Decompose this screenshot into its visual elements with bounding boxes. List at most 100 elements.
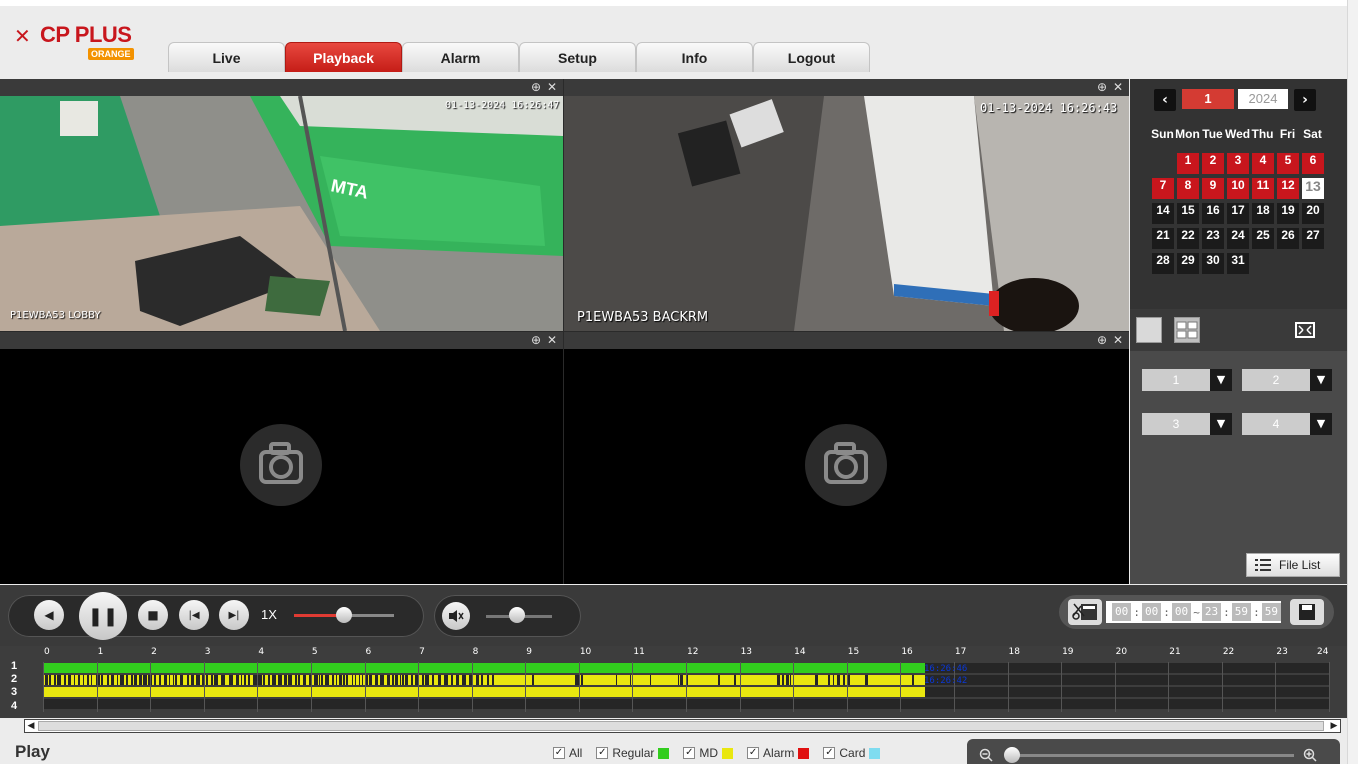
- zoom-icon[interactable]: ⊕: [1095, 80, 1109, 94]
- calendar-day[interactable]: 5: [1277, 153, 1299, 174]
- calendar-day[interactable]: 21: [1152, 228, 1174, 249]
- scroll-left-icon[interactable]: ◀: [25, 720, 37, 732]
- tab-playback[interactable]: Playback: [285, 42, 402, 72]
- prev-frame-button[interactable]: |◀: [179, 600, 209, 630]
- timeline-scrollbar[interactable]: ◀ ▶: [24, 719, 1341, 733]
- file-list-button[interactable]: File List: [1246, 553, 1340, 577]
- legend-card[interactable]: ✓ Card: [823, 746, 881, 760]
- legend-md[interactable]: ✓ MD: [683, 746, 734, 760]
- calendar-day[interactable]: 25: [1252, 228, 1274, 249]
- md-event-segment: [780, 675, 782, 685]
- close-icon[interactable]: ✕: [545, 80, 559, 94]
- calendar-day[interactable]: 24: [1227, 228, 1249, 249]
- close-icon[interactable]: ✕: [1111, 333, 1125, 347]
- calendar-day[interactable]: 28: [1152, 253, 1174, 274]
- checkbox-checked-icon[interactable]: ✓: [683, 747, 696, 759]
- calendar-day[interactable]: 23: [1202, 228, 1224, 249]
- calendar-day[interactable]: 30: [1202, 253, 1224, 274]
- legend-all[interactable]: ✓ All: [553, 746, 582, 760]
- scrollbar-thumb[interactable]: [38, 721, 1324, 731]
- mute-button[interactable]: [442, 602, 470, 630]
- volume-slider-knob[interactable]: [509, 607, 525, 623]
- calendar-day[interactable]: 1: [1177, 153, 1199, 174]
- checkbox-checked-icon[interactable]: ✓: [823, 747, 836, 759]
- cursor-time-label: 16:26:42: [924, 676, 968, 686]
- scroll-right-icon[interactable]: ▶: [1328, 720, 1340, 732]
- calendar-day[interactable]: 9: [1202, 178, 1224, 199]
- calendar-day[interactable]: 14: [1152, 203, 1174, 224]
- video-pane-4[interactable]: ⊕ ✕: [564, 332, 1129, 584]
- legend-alarm[interactable]: ✓ Alarm: [747, 746, 810, 760]
- tab-setup[interactable]: Setup: [519, 42, 636, 72]
- single-view-button[interactable]: [1136, 317, 1162, 343]
- channel-select-3[interactable]: 3 ▼: [1142, 413, 1232, 435]
- start-hour[interactable]: 00: [1112, 603, 1132, 621]
- close-icon[interactable]: ✕: [1111, 80, 1125, 94]
- checkbox-checked-icon[interactable]: ✓: [747, 747, 760, 759]
- start-second[interactable]: 00: [1171, 603, 1192, 621]
- legend-regular[interactable]: ✓ Regular: [596, 746, 670, 760]
- calendar-day[interactable]: 26: [1277, 228, 1299, 249]
- tab-live[interactable]: Live: [168, 42, 285, 72]
- tab-alarm[interactable]: Alarm: [402, 42, 519, 72]
- calendar-day[interactable]: 3: [1227, 153, 1249, 174]
- end-hour[interactable]: 23: [1201, 603, 1222, 621]
- zoom-icon[interactable]: ⊕: [1095, 333, 1109, 347]
- zoom-slider-track[interactable]: [1009, 754, 1294, 757]
- reverse-play-button[interactable]: ◀: [34, 600, 64, 630]
- zoom-icon[interactable]: ⊕: [529, 80, 543, 94]
- calendar-day[interactable]: 12: [1277, 178, 1299, 199]
- start-minute[interactable]: 00: [1141, 603, 1162, 621]
- video-pane-3[interactable]: ⊕ ✕: [0, 332, 563, 584]
- zoom-icon[interactable]: ⊕: [529, 333, 543, 347]
- video-pane-2[interactable]: ⊕ ✕ 01-13-2024 16:26:43 P1EWBA53 BACKRM: [564, 79, 1129, 331]
- timeline[interactable]: 1 2 3 4 0 1 2 3 4 5 6 7 8 9 10 11 12 13 14 15 16 17 18 19 20…: [0, 646, 1347, 718]
- calendar-day[interactable]: 7: [1152, 178, 1174, 199]
- calendar-day[interactable]: 2: [1202, 153, 1224, 174]
- calendar-day[interactable]: 29: [1177, 253, 1199, 274]
- prev-month-button[interactable]: ‹: [1154, 89, 1176, 111]
- calendar-day[interactable]: 13: [1302, 178, 1324, 199]
- end-second[interactable]: 59: [1261, 603, 1281, 621]
- fullscreen-button[interactable]: [1292, 317, 1318, 343]
- end-minute[interactable]: 59: [1231, 603, 1252, 621]
- zoom-in-icon[interactable]: [1303, 748, 1317, 762]
- calendar-day[interactable]: 22: [1177, 228, 1199, 249]
- calendar-day[interactable]: 6: [1302, 153, 1324, 174]
- playback-controls: ◀ ❚❚ ■ |◀ ▶| 1X 00: 00: 00 ~ 23: 59: 59: [0, 585, 1347, 646]
- quad-view-button[interactable]: [1174, 317, 1200, 343]
- calendar-day[interactable]: 20: [1302, 203, 1324, 224]
- tab-info[interactable]: Info: [636, 42, 753, 72]
- calendar-day[interactable]: 4: [1252, 153, 1274, 174]
- tab-logout[interactable]: Logout: [753, 42, 870, 72]
- calendar-day[interactable]: 31: [1227, 253, 1249, 274]
- month-value[interactable]: 1: [1182, 89, 1234, 109]
- stop-button[interactable]: ■: [138, 600, 168, 630]
- calendar-day[interactable]: 27: [1302, 228, 1324, 249]
- close-icon[interactable]: ✕: [545, 333, 559, 347]
- channel-select-4[interactable]: 4 ▼: [1242, 413, 1332, 435]
- calendar-day[interactable]: 16: [1202, 203, 1224, 224]
- calendar-day[interactable]: 10: [1227, 178, 1249, 199]
- calendar-day[interactable]: 15: [1177, 203, 1199, 224]
- speed-slider-knob[interactable]: [336, 607, 352, 623]
- page-scrollbar[interactable]: [1347, 0, 1358, 764]
- video-pane-1[interactable]: ⊕ ✕ MTA 01-13-2024 16:26:47 P1EWBA53 LOB…: [0, 79, 563, 331]
- calendar-day[interactable]: 11: [1252, 178, 1274, 199]
- channel-select-2[interactable]: 2 ▼: [1242, 369, 1332, 391]
- calendar-day[interactable]: 19: [1277, 203, 1299, 224]
- calendar-day[interactable]: 18: [1252, 203, 1274, 224]
- next-month-button[interactable]: ›: [1294, 89, 1316, 111]
- zoom-out-icon[interactable]: [979, 748, 993, 762]
- checkbox-checked-icon[interactable]: ✓: [553, 747, 565, 759]
- checkbox-checked-icon[interactable]: ✓: [596, 747, 609, 759]
- calendar-day[interactable]: 17: [1227, 203, 1249, 224]
- next-frame-button[interactable]: ▶|: [219, 600, 249, 630]
- clip-button[interactable]: [1068, 599, 1102, 625]
- year-value[interactable]: 2024: [1238, 89, 1288, 109]
- zoom-slider-knob[interactable]: [1004, 747, 1020, 763]
- pause-button[interactable]: ❚❚: [79, 592, 127, 640]
- channel-select-1[interactable]: 1 ▼: [1142, 369, 1232, 391]
- save-clip-button[interactable]: [1290, 599, 1324, 625]
- calendar-day[interactable]: 8: [1177, 178, 1199, 199]
